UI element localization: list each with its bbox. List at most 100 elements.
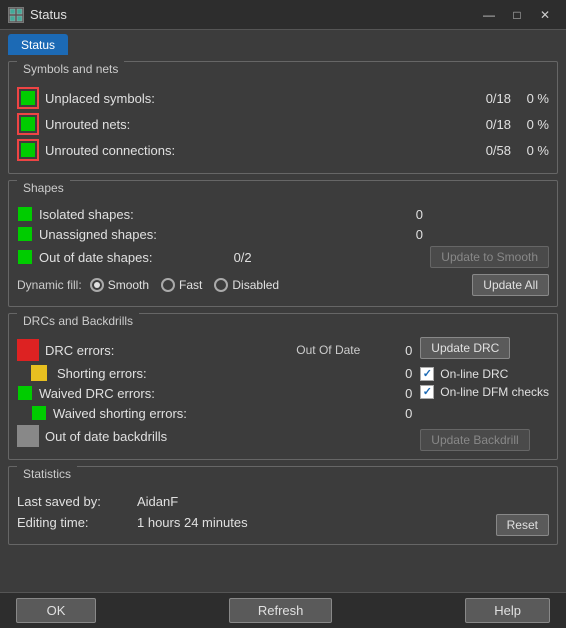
title-bar: Status — □ ✕ xyxy=(0,0,566,30)
led-waived-short-outer xyxy=(31,405,47,421)
table-row: Unrouted connections: 0/58 0 % xyxy=(17,139,549,161)
section-statistics: Statistics Last saved by: AidanF Editing… xyxy=(8,466,558,545)
outofdate-shapes-label: Out of date shapes: xyxy=(39,250,206,265)
table-row: Shorting errors: 0 xyxy=(27,365,412,381)
led-unassigned-outer xyxy=(17,226,33,242)
help-button[interactable]: Help xyxy=(465,598,550,623)
window-title: Status xyxy=(30,7,476,22)
drc-errors-sublabel: Out Of Date xyxy=(296,343,360,357)
radio-smooth[interactable]: Smooth xyxy=(90,278,149,292)
online-drc-label: On-line DRC xyxy=(440,367,508,381)
led-unrouted-nets-inner xyxy=(21,117,35,131)
ok-button[interactable]: OK xyxy=(16,598,96,623)
led-waived-short xyxy=(32,406,46,420)
drc-errors-label: DRC errors: xyxy=(45,343,290,358)
editing-time-value: 1 hours 24 minutes xyxy=(137,515,248,530)
radio-fast[interactable]: Fast xyxy=(161,278,202,292)
bottom-bar: OK Refresh Help xyxy=(0,592,566,628)
drcs-body: DRC errors: Out Of Date 0 Shorting error… xyxy=(9,331,557,459)
radio-disabled[interactable]: Disabled xyxy=(214,278,279,292)
led-isolated-outer xyxy=(17,206,33,222)
last-saved-value: AidanF xyxy=(137,494,178,509)
led-unplaced-outer xyxy=(17,87,39,109)
backdrills-label: Out of date backdrills xyxy=(45,429,412,444)
unrouted-nets-label: Unrouted nets: xyxy=(45,117,465,132)
editing-time-label: Editing time: xyxy=(17,515,137,530)
drcs-left-col: DRC errors: Out Of Date 0 Shorting error… xyxy=(17,335,412,451)
refresh-button[interactable]: Refresh xyxy=(229,598,333,623)
update-drc-button[interactable]: Update DRC xyxy=(420,337,510,359)
dynamic-fill-row: Dynamic fill: Smooth Fast Disabled xyxy=(17,274,549,296)
table-row: Unplaced symbols: 0/18 0 % xyxy=(17,87,549,109)
unplaced-symbols-value: 0/18 xyxy=(471,91,511,106)
led-unrouted-conn-outer xyxy=(17,139,39,161)
statistics-layout: Last saved by: AidanF Editing time: 1 ho… xyxy=(17,488,549,536)
led-unrouted-nets-outer xyxy=(17,113,39,135)
window-controls: — □ ✕ xyxy=(476,5,558,25)
online-drc-check[interactable]: On-line DRC xyxy=(420,367,549,381)
led-waived-drc-outer xyxy=(17,385,33,401)
section-symbols-nets: Symbols and nets Unplaced symbols: 0/18 … xyxy=(8,61,558,174)
led-waived-drc xyxy=(18,386,32,400)
table-row: Out of date shapes: 0/2 Update to Smooth xyxy=(17,246,549,268)
unassigned-shapes-label: Unassigned shapes: xyxy=(39,227,377,242)
led-isolated xyxy=(18,207,32,221)
dynamic-fill-label: Dynamic fill: xyxy=(17,278,82,292)
table-row: Isolated shapes: 0 xyxy=(17,206,549,222)
section-drcs: DRCs and Backdrills DRC errors: Out Of D… xyxy=(8,313,558,460)
led-backdrills xyxy=(17,425,39,447)
isolated-shapes-value: 0 xyxy=(383,207,423,222)
update-to-smooth-button[interactable]: Update to Smooth xyxy=(430,246,549,268)
radio-smooth-circle xyxy=(90,278,104,292)
shapes-body: Isolated shapes: 0 Unassigned shapes: 0 … xyxy=(9,198,557,306)
section-shapes: Shapes Isolated shapes: 0 Unassigned sha… xyxy=(8,180,558,307)
close-button[interactable]: ✕ xyxy=(532,5,558,25)
section-shapes-title: Shapes xyxy=(17,179,70,197)
unplaced-symbols-pct: 0 % xyxy=(517,91,549,106)
led-shorting-errors xyxy=(31,365,47,381)
tab-bar: Status xyxy=(0,30,566,55)
table-row: DRC errors: Out Of Date 0 xyxy=(17,339,412,361)
statistics-left: Last saved by: AidanF Editing time: 1 ho… xyxy=(17,488,488,536)
table-row: Last saved by: AidanF xyxy=(17,494,488,509)
app-icon xyxy=(8,7,24,23)
table-row: Waived DRC errors: 0 xyxy=(17,385,412,401)
tab-status[interactable]: Status xyxy=(8,34,68,55)
checkboxes: On-line DRC On-line DFM checks xyxy=(420,367,549,399)
waived-short-label: Waived shorting errors: xyxy=(53,406,366,421)
update-backdrill-button[interactable]: Update Backdrill xyxy=(420,429,529,451)
shorting-errors-label: Shorting errors: xyxy=(57,366,366,381)
led-outofdate xyxy=(18,250,32,264)
symbols-nets-body: Unplaced symbols: 0/18 0 % Unrouted nets… xyxy=(9,79,557,173)
online-dfm-check[interactable]: On-line DFM checks xyxy=(420,385,549,399)
online-drc-checkbox[interactable] xyxy=(420,367,434,381)
unrouted-conn-label: Unrouted connections: xyxy=(45,143,465,158)
waived-drc-label: Waived DRC errors: xyxy=(39,386,366,401)
online-dfm-checkbox[interactable] xyxy=(420,385,434,399)
reset-button[interactable]: Reset xyxy=(496,514,549,536)
update-all-button[interactable]: Update All xyxy=(472,274,549,296)
table-row: Out of date backdrills xyxy=(17,425,412,447)
minimize-button[interactable]: — xyxy=(476,5,502,25)
section-symbols-nets-title: Symbols and nets xyxy=(17,60,124,78)
statistics-body: Last saved by: AidanF Editing time: 1 ho… xyxy=(9,484,557,544)
drc-errors-value: 0 xyxy=(372,343,412,358)
radio-disabled-circle xyxy=(214,278,228,292)
shorting-errors-value: 0 xyxy=(372,366,412,381)
table-row: Editing time: 1 hours 24 minutes xyxy=(17,515,488,530)
table-row: Unassigned shapes: 0 xyxy=(17,226,549,242)
unrouted-conn-value: 0/58 xyxy=(471,143,511,158)
unplaced-symbols-label: Unplaced symbols: xyxy=(45,91,465,106)
isolated-shapes-label: Isolated shapes: xyxy=(39,207,377,222)
radio-disabled-label: Disabled xyxy=(232,278,279,292)
table-row: Unrouted nets: 0/18 0 % xyxy=(17,113,549,135)
maximize-button[interactable]: □ xyxy=(504,5,530,25)
drcs-main-layout: DRC errors: Out Of Date 0 Shorting error… xyxy=(17,335,549,451)
unrouted-conn-pct: 0 % xyxy=(517,143,549,158)
waived-short-value: 0 xyxy=(372,406,412,421)
last-saved-label: Last saved by: xyxy=(17,494,137,509)
section-statistics-title: Statistics xyxy=(17,465,77,483)
section-drcs-title: DRCs and Backdrills xyxy=(17,312,139,330)
led-unplaced-inner xyxy=(21,91,35,105)
radio-fast-label: Fast xyxy=(179,278,202,292)
